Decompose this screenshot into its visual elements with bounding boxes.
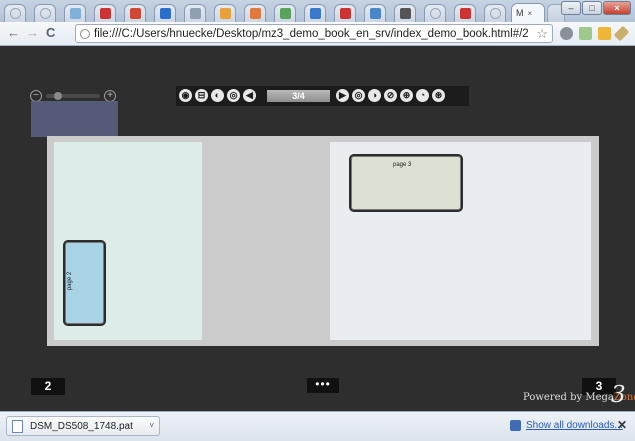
right-control-icon-6[interactable]: ◔ bbox=[416, 89, 429, 102]
picture-icon bbox=[249, 8, 261, 19]
green-app-icon bbox=[279, 8, 291, 19]
chevron-down-icon[interactable]: ˅ bbox=[149, 421, 154, 430]
arrow-app-icon bbox=[369, 8, 381, 19]
signal-extension-icon[interactable] bbox=[579, 27, 592, 40]
right-control-icon-5[interactable]: ⊕ bbox=[400, 89, 413, 102]
book-viewer: − + ◉ ⊟ ◐ ◎ ◀ 3/4 ▶ ◎ ◑ ⊘ ⊕ ◔ ⊛ page 2 page 3 2 ••… bbox=[0, 46, 635, 411]
left-control-icon-5[interactable]: ◀ bbox=[243, 89, 256, 102]
minimize-button[interactable]: – bbox=[561, 1, 581, 15]
abc-icon bbox=[219, 8, 231, 19]
show-all-downloads-link[interactable]: Show all downloads... bbox=[510, 420, 623, 431]
right-page[interactable]: page 3 bbox=[330, 142, 591, 340]
tab-blue-app-icon[interactable] bbox=[154, 4, 176, 22]
thumbnail-panel[interactable] bbox=[31, 101, 118, 137]
maximize-button[interactable]: □ bbox=[582, 1, 602, 15]
wrench-icon[interactable] bbox=[613, 25, 630, 42]
tab-abc-icon[interactable] bbox=[214, 4, 236, 22]
g-icon bbox=[189, 8, 201, 19]
chrome-page-icon bbox=[489, 8, 501, 19]
tab-picture-icon[interactable] bbox=[244, 4, 266, 22]
gmail-icon bbox=[129, 8, 141, 19]
close-window-button[interactable]: × bbox=[603, 1, 631, 15]
tab-red-app-icon[interactable] bbox=[94, 4, 116, 22]
tab-red-app-icon[interactable] bbox=[454, 4, 476, 22]
page-3-label: page 3 bbox=[393, 162, 412, 168]
tab-chrome-page-icon[interactable] bbox=[4, 4, 26, 22]
chrome-page-icon bbox=[39, 8, 51, 19]
page-2-sticker: page 2 bbox=[63, 240, 106, 326]
red-app-icon bbox=[459, 8, 471, 19]
left-control-icon-1[interactable]: ◉ bbox=[179, 89, 192, 102]
right-control-icon-4[interactable]: ⊘ bbox=[384, 89, 397, 102]
forward-button[interactable]: → bbox=[26, 26, 39, 40]
powered-by-label: Powered by Mega bbox=[523, 392, 614, 403]
tab-cloud-icon[interactable] bbox=[64, 4, 86, 22]
settings-gear-icon[interactable] bbox=[560, 27, 573, 40]
window-controls: – □ × bbox=[561, 1, 631, 15]
address-bar[interactable]: file:///C:/Users/hnuecke/Desktop/mz3_dem… bbox=[75, 24, 553, 43]
more-options-button[interactable]: ••• bbox=[307, 378, 339, 393]
downloads-bar: DSM_DS508_1748.pat ˅ Show all downloads.… bbox=[0, 411, 635, 441]
tab-close-icon[interactable]: × bbox=[528, 9, 533, 18]
tab-g-icon[interactable] bbox=[184, 4, 206, 22]
left-page-number[interactable]: 2 bbox=[31, 378, 65, 395]
back-button[interactable]: ← bbox=[7, 26, 20, 40]
tab-chrome-page-icon[interactable] bbox=[484, 4, 506, 22]
tab-green-app-icon[interactable] bbox=[274, 4, 296, 22]
url-text: file:///C:/Users/hnuecke/Desktop/mz3_dem… bbox=[94, 27, 529, 40]
downloads-icon bbox=[510, 420, 521, 431]
bracket-app-icon bbox=[399, 8, 411, 19]
page-3-sticker: page 3 bbox=[349, 154, 463, 212]
zoom-thumb[interactable] bbox=[54, 92, 63, 100]
cloud-icon bbox=[69, 8, 81, 19]
left-control-icon-3[interactable]: ◐ bbox=[211, 89, 224, 102]
red-app-icon bbox=[99, 8, 111, 19]
page-2-label: page 2 bbox=[67, 271, 74, 291]
close-downloads-icon[interactable]: ✕ bbox=[617, 418, 627, 432]
right-control-icon-7[interactable]: ⊛ bbox=[432, 89, 445, 102]
tab-active[interactable]: M × bbox=[511, 3, 545, 22]
red-app-icon bbox=[339, 8, 351, 19]
page-indicator[interactable]: 3/4 bbox=[267, 90, 330, 102]
viewer-control-bar: ◉ ⊟ ◐ ◎ ◀ 3/4 ▶ ◎ ◑ ⊘ ⊕ ◔ ⊛ bbox=[176, 86, 469, 106]
right-control-icon-1[interactable]: ▶ bbox=[336, 89, 349, 102]
tab-chrome-page-icon[interactable] bbox=[34, 4, 56, 22]
tab-active-label: M bbox=[516, 8, 524, 18]
book-spread: page 2 page 3 bbox=[47, 136, 599, 346]
page-icon bbox=[80, 28, 90, 39]
blue-app-icon bbox=[159, 8, 171, 19]
mail-extension-icon[interactable] bbox=[598, 27, 611, 40]
file-icon bbox=[12, 419, 23, 433]
tab-chrome-page-icon[interactable] bbox=[424, 4, 446, 22]
tab-red-app-icon[interactable] bbox=[334, 4, 356, 22]
download-filename: DSM_DS508_1748.pat bbox=[30, 420, 133, 432]
show-all-downloads-label: Show all downloads... bbox=[526, 420, 623, 431]
download-item[interactable]: DSM_DS508_1748.pat ˅ bbox=[6, 416, 160, 436]
megazine-logo: 3 bbox=[611, 382, 626, 408]
chrome-page-icon bbox=[9, 8, 21, 19]
tab-bracket-app-icon[interactable] bbox=[394, 4, 416, 22]
tab-dsm-icon[interactable] bbox=[304, 4, 326, 22]
bookmark-star-icon[interactable]: ☆ bbox=[536, 26, 548, 42]
left-control-icon-4[interactable]: ◎ bbox=[227, 89, 240, 102]
tab-gmail-icon[interactable] bbox=[124, 4, 146, 22]
left-page[interactable]: page 2 bbox=[54, 142, 202, 340]
chrome-page-icon bbox=[429, 8, 441, 19]
dsm-icon bbox=[309, 8, 321, 19]
tab-strip: M × – □ × bbox=[0, 0, 635, 22]
right-control-icon-3[interactable]: ◑ bbox=[368, 89, 381, 102]
left-control-icon-2[interactable]: ⊟ bbox=[195, 89, 208, 102]
right-control-icon-2[interactable]: ◎ bbox=[352, 89, 365, 102]
tab-arrow-app-icon[interactable] bbox=[364, 4, 386, 22]
browser-toolbar: ← → C file:///C:/Users/hnuecke/Desktop/m… bbox=[0, 22, 635, 46]
reload-button[interactable]: C bbox=[46, 26, 55, 40]
